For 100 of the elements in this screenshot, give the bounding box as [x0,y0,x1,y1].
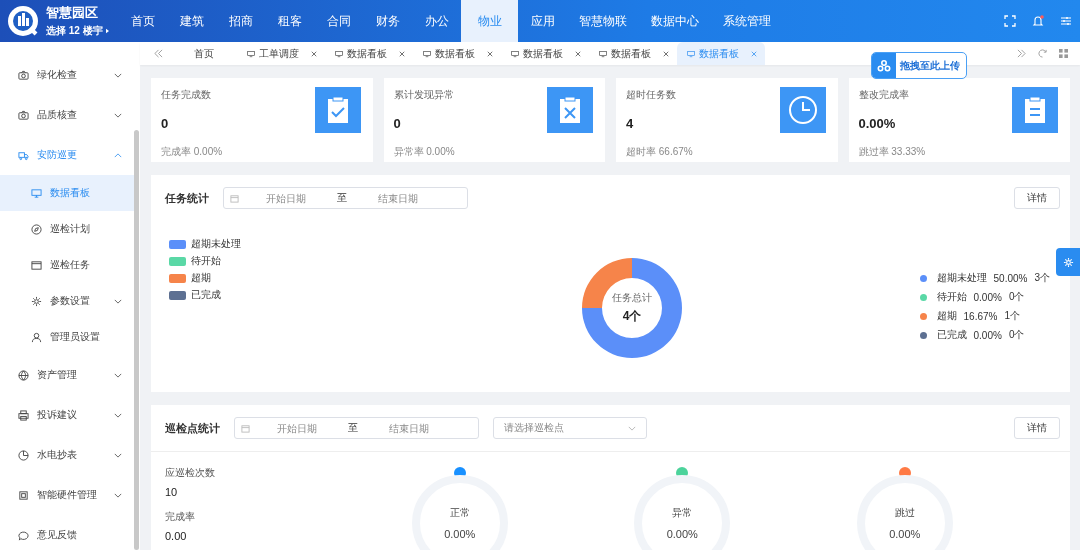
cloud-nodes-icon [877,59,891,72]
sidebar-subitem[interactable]: 参数设置 [0,283,136,319]
nav-item[interactable]: 办公 [412,0,461,42]
close-icon[interactable] [487,50,493,57]
nav-item[interactable]: 应用 [518,0,567,42]
page-tab[interactable]: 数据看板 [413,42,501,65]
sidebar-item[interactable]: 品质核查 [0,95,136,135]
camera-icon [18,109,29,121]
nav-item[interactable]: 数据中心 [639,0,711,42]
stat-caption: 完成率 0.00% [161,145,223,159]
clipboard-check-icon [314,87,361,133]
monitor-icon [599,49,607,58]
settings-button[interactable] [1056,248,1080,276]
double-chevron-right-icon[interactable] [1017,49,1026,58]
globe-icon [18,369,29,381]
page-tab[interactable]: 数据看板 [589,42,677,65]
panel-title: 任务统计 [165,190,209,206]
upload-badge[interactable]: 拖拽至此上传 [871,52,967,79]
legend-count: 0个 [1008,328,1025,342]
details-button[interactable]: 详情 [1014,187,1060,209]
page-tab[interactable]: 数据看板 [325,42,413,65]
nav-item[interactable]: 建筑 [167,0,216,42]
date-range-field[interactable]: 开始日期 至 结束日期 [223,187,468,209]
donut-slice[interactable] [582,258,682,358]
close-icon[interactable] [751,50,757,57]
legend-label: 待开始 [191,254,221,268]
stat-caption: 超时率 66.67% [626,145,693,159]
user-icon [31,331,42,343]
date-range-field[interactable]: 开始日期 至 结束日期 [234,417,479,439]
donut-slice[interactable] [582,258,632,308]
sidebar-item[interactable]: 智能硬件管理 [0,475,136,515]
sidebar-item[interactable]: 投诉建议 [0,395,136,435]
nav-item[interactable]: 合同 [314,0,363,42]
stat-value: 0.00% [858,116,897,131]
refresh-icon[interactable] [1038,49,1047,58]
nav-item[interactable]: 智慧物联 [567,0,639,42]
legend-percent: 0.00% [973,291,1002,303]
close-icon[interactable] [311,50,317,57]
legend-count: 0个 [1008,290,1025,304]
nav-item[interactable]: 财务 [363,0,412,42]
compass-icon [31,223,42,235]
building-selector[interactable]: 选择 12 楼宇 [46,24,109,38]
scrollbar[interactable] [134,130,139,550]
close-icon[interactable] [399,50,405,57]
start-date-input[interactable]: 开始日期 [250,421,344,435]
page-tab[interactable]: 首页 [169,42,237,65]
figure-value: 0.00 [165,530,188,542]
legend-count: 1个 [1004,309,1020,323]
clipboard-icon [1012,87,1058,133]
details-button[interactable]: 详情 [1014,417,1060,439]
checkpoint-select[interactable]: 请选择巡检点 [493,417,647,439]
start-date-input[interactable]: 开始日期 [239,191,333,205]
stat-title: 整改完成率 [858,88,910,102]
ring-gauge: 异常 0.00% [634,475,731,550]
sidebar-subitem[interactable]: 巡检计划 [0,211,136,247]
double-chevron-left-icon[interactable] [154,49,163,58]
sidebar-item[interactable]: 安防巡更 [0,135,136,175]
sidebar-item[interactable]: 意见反馈 [0,515,136,550]
stat-caption: 异常率 0.00% [393,145,455,159]
stat-value: 0 [161,116,170,131]
monitor-icon [687,49,695,58]
close-icon[interactable] [663,50,669,57]
calendar-icon [230,193,239,203]
legend-swatch[interactable] [169,256,186,266]
stat-title: 累计发现异常 [393,88,455,102]
nav-item[interactable]: 系统管理 [711,0,783,42]
settings-icon [1062,256,1074,268]
legend-label: 超期未处理 [936,271,987,285]
sidebar-item[interactable]: 绿化检查 [0,55,136,95]
nav-item[interactable]: 首页 [118,0,167,42]
monitor-icon [335,49,343,58]
sidebar-subitem[interactable]: 管理员设置 [0,319,136,355]
sidebar-item[interactable]: 水电抄表 [0,435,136,475]
page-tab[interactable]: 数据看板 [501,42,589,65]
chat-icon [18,529,29,541]
nav-item[interactable]: 招商 [216,0,265,42]
end-date-input[interactable]: 结束日期 [362,421,456,435]
legend-swatch[interactable] [169,273,186,283]
legend-label: 已完成 [936,328,967,342]
grid-icon[interactable] [1059,49,1068,58]
stat-caption: 跳过率 33.33% [858,145,926,159]
legend-swatch[interactable] [169,290,186,300]
sliders-icon[interactable] [1060,15,1072,27]
legend-percent: 0.00% [973,329,1002,341]
nav-item[interactable]: 租客 [265,0,314,42]
sidebar-item[interactable]: 资产管理 [0,355,136,395]
camera-icon [18,69,29,81]
figure-value: 10 [165,486,179,498]
pie-icon [18,449,29,461]
legend-swatch[interactable] [169,239,186,249]
page-tab[interactable]: 工单调度 [237,42,325,65]
bell-icon[interactable] [1032,15,1044,27]
sidebar-subitem[interactable]: 巡检任务 [0,247,136,283]
fullscreen-icon[interactable] [1004,15,1016,27]
stat-title: 超时任务数 [626,88,677,102]
clipboard-cross-icon [547,87,593,133]
end-date-input[interactable]: 结束日期 [351,191,445,205]
close-icon[interactable] [575,50,581,57]
ring-gauge: 跳过 0.00% [856,475,953,550]
legend-label: 待开始 [936,290,967,304]
